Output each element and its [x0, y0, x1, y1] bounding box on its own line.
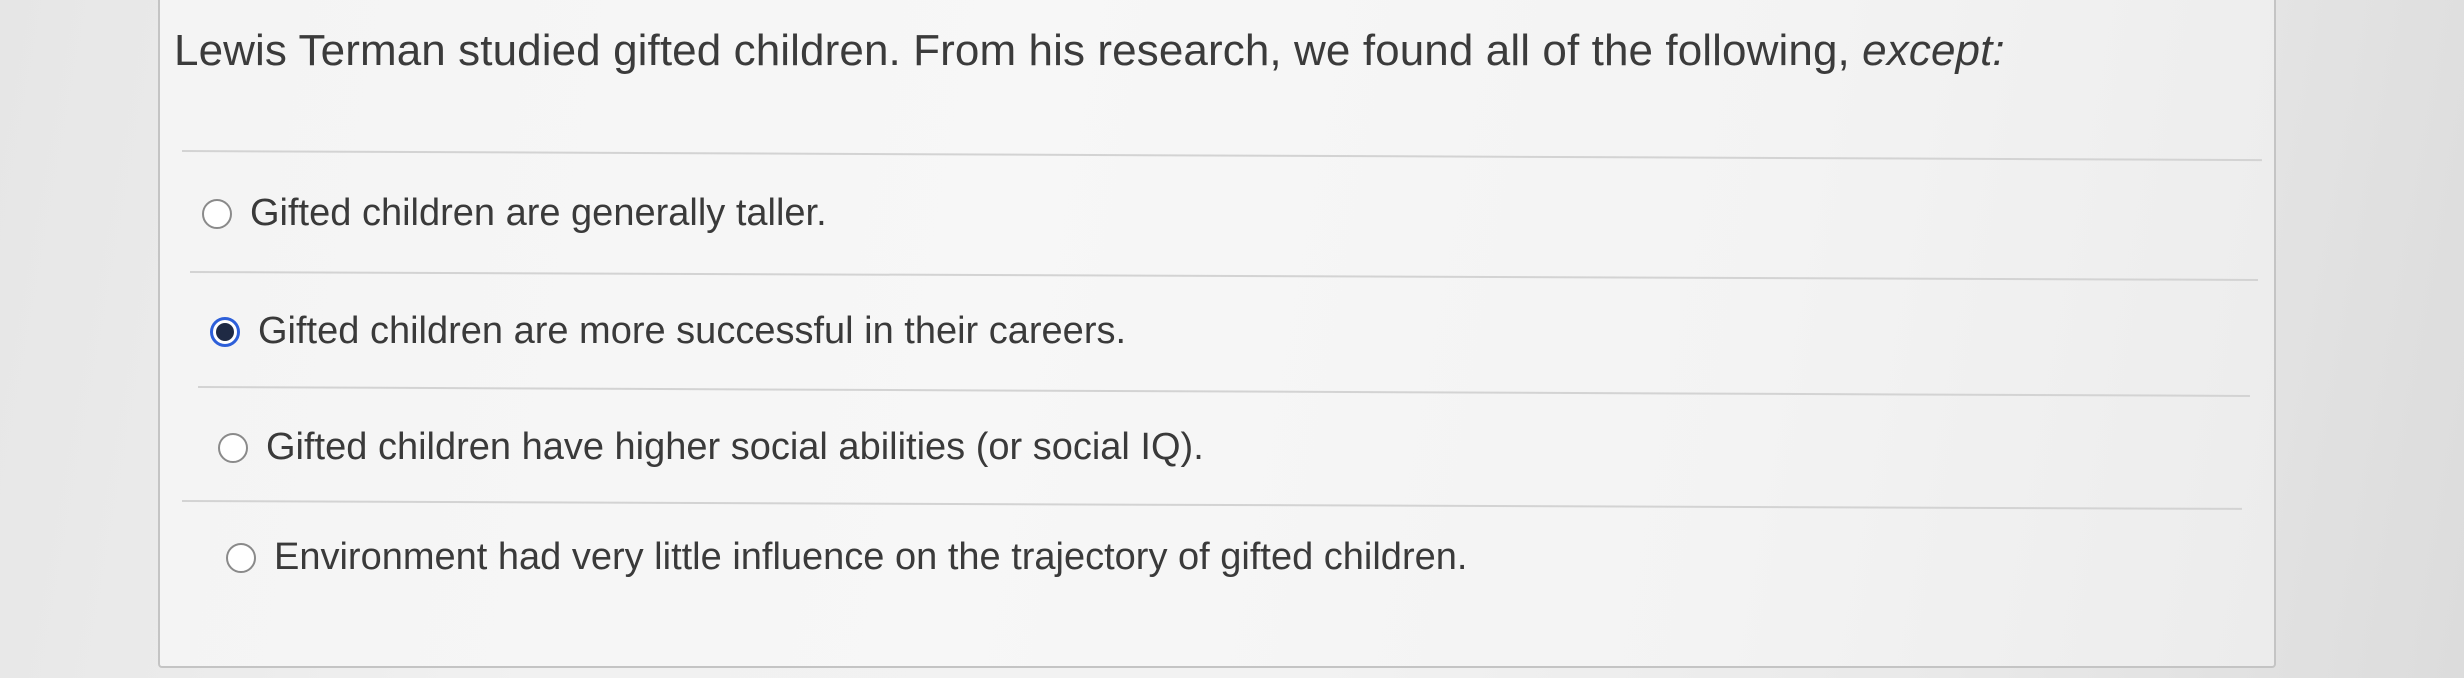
- radio-button-unselected-icon[interactable]: [202, 198, 232, 229]
- divider: [189, 271, 2258, 281]
- divider: [197, 386, 2250, 397]
- question-text-emphasis: except:: [1862, 26, 2005, 75]
- divider: [181, 150, 2262, 162]
- answer-option-label: Environment had very little influence on…: [274, 536, 1468, 578]
- divider: [181, 500, 2242, 510]
- answer-option-3[interactable]: Gifted children have higher social abili…: [218, 426, 1204, 469]
- answer-option-1[interactable]: Gifted children are generally taller.: [202, 192, 827, 235]
- answer-option-2[interactable]: Gifted children are more successful in t…: [210, 310, 1126, 353]
- answer-option-label: Gifted children have higher social abili…: [266, 426, 1204, 468]
- answer-option-label: Gifted children are generally taller.: [250, 192, 827, 234]
- question-card: Lewis Terman studied gifted children. Fr…: [158, 0, 2276, 668]
- question-text-main: Lewis Terman studied gifted children. Fr…: [174, 26, 1863, 75]
- question-prompt: Lewis Terman studied gifted children. Fr…: [174, 26, 2005, 76]
- radio-button-unselected-icon[interactable]: [226, 542, 256, 573]
- answer-option-4[interactable]: Environment had very little influence on…: [226, 536, 1467, 579]
- answer-option-label: Gifted children are more successful in t…: [258, 310, 1127, 352]
- radio-button-selected-icon[interactable]: [210, 316, 240, 347]
- radio-button-unselected-icon[interactable]: [218, 432, 248, 463]
